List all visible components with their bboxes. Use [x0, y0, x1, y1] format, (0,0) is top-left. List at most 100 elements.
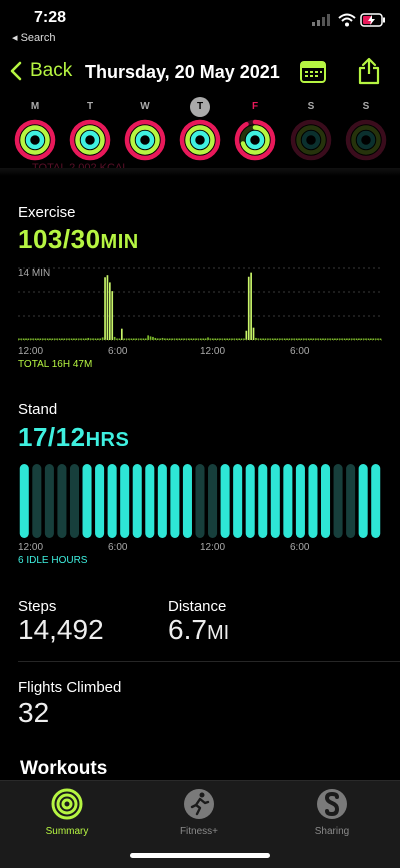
home-indicator: [130, 853, 270, 858]
status-bar: 7:28 ◂ Search: [0, 0, 400, 48]
exercise-bar: [85, 338, 87, 340]
exercise-bar: [247, 276, 250, 340]
day-3[interactable]: T: [177, 96, 223, 161]
stand-x-tick: 12:00: [18, 542, 44, 553]
stand-x-tick: 6:00: [290, 542, 310, 553]
exercise-unit: MIN: [100, 231, 139, 253]
idle-hours: 6 IDLE HOURS: [18, 555, 88, 566]
back-button[interactable]: Back: [10, 60, 72, 82]
stand-bar: [208, 464, 218, 538]
exercise-bar: [370, 338, 372, 340]
stand-x-tick: 12:00: [200, 542, 226, 553]
exercise-x-tick: 12:00: [18, 346, 44, 357]
day-label-wrap: T: [177, 96, 223, 117]
tab-summary[interactable]: Summary: [17, 787, 117, 837]
stand-bar: [82, 464, 92, 538]
exercise-bar: [262, 338, 264, 340]
stand-chart: [19, 464, 381, 538]
stand-title: Stand: [18, 401, 58, 418]
workouts-heading: Workouts: [20, 758, 108, 779]
day-5[interactable]: S: [288, 96, 334, 161]
stand-bar: [195, 464, 205, 538]
navigation-bar: Back Thursday, 20 May 2021: [0, 54, 400, 90]
exercise-bar: [226, 338, 229, 340]
activity-rings-icon: [179, 119, 221, 161]
stand-x-tick: 6:00: [108, 542, 128, 553]
share-icon[interactable]: [357, 57, 381, 85]
exercise-bar: [156, 338, 159, 340]
week-strip: MTWTFSS: [0, 96, 400, 168]
stand-bar: [120, 464, 130, 538]
stand-bar: [358, 464, 368, 538]
steps-label: Steps: [18, 598, 57, 615]
exercise-bar: [180, 338, 183, 340]
day-label: F: [251, 101, 259, 112]
exercise-bar: [274, 338, 276, 340]
chevron-left-icon: [10, 61, 22, 81]
distance-unit: MI: [206, 622, 230, 644]
stand-bar: [333, 464, 343, 538]
exercise-value-number: 103/30: [18, 224, 101, 254]
cellular-signal-icon: [312, 14, 330, 26]
exercise-x-tick: 6:00: [108, 346, 128, 357]
exercise-bar: [111, 291, 114, 340]
stand-value-number: 17/12: [18, 422, 86, 452]
stand-bar: [371, 464, 381, 538]
exercise-bar: [245, 330, 248, 340]
ring-progress: [135, 130, 155, 150]
exercise-bar: [97, 338, 99, 340]
activity-rings-icon: [290, 119, 332, 161]
exercise-title: Exercise: [18, 204, 76, 221]
day-label: S: [362, 101, 370, 112]
day-1[interactable]: T: [67, 96, 113, 161]
stats-divider: [18, 661, 400, 662]
clock: 7:28: [34, 9, 67, 26]
stand-unit: HRS: [85, 429, 130, 451]
day-2[interactable]: W: [122, 96, 168, 161]
day-label-wrap: S: [343, 96, 389, 114]
stand-bar: [295, 464, 305, 538]
page-title: Thursday, 20 May 2021: [85, 62, 280, 82]
exercise-x-tick: 6:00: [290, 346, 310, 357]
exercise-bar: [25, 338, 27, 340]
exercise-bar: [168, 338, 171, 340]
day-label: S: [307, 101, 315, 112]
exercise-bar: [190, 338, 193, 340]
calendar-icon[interactable]: [300, 60, 326, 84]
stand-bar: [132, 464, 142, 538]
day-label-wrap: F: [232, 96, 278, 114]
back-to-search-link[interactable]: ◂ Search: [12, 31, 55, 44]
exercise-bar: [61, 338, 63, 340]
battery-icon: [360, 13, 385, 27]
exercise-bar: [202, 338, 205, 340]
ring-progress: [190, 130, 210, 150]
day-4[interactable]: F: [232, 96, 278, 161]
scroll-fade: [0, 168, 400, 176]
exercise-bar: [298, 338, 300, 340]
distance-value: 6.7MI: [168, 614, 229, 646]
flights-value: 32: [18, 697, 50, 728]
ring-track: [301, 130, 321, 150]
exercise-bar: [130, 338, 133, 340]
day-0[interactable]: M: [12, 96, 58, 161]
stand-bar: [283, 464, 293, 538]
stand-bar: [145, 464, 155, 538]
tab-sharing-label: Sharing: [314, 826, 350, 837]
stand-bar: [182, 464, 192, 538]
tab-sharing[interactable]: Sharing: [282, 787, 382, 837]
stand-bar: [258, 464, 268, 538]
distance-number: 6.7: [168, 614, 207, 645]
stand-bar: [220, 464, 230, 538]
exercise-bar: [104, 277, 106, 340]
tab-fitness-plus[interactable]: Fitness+: [149, 787, 249, 837]
tab-fitness-label: Fitness+: [179, 826, 219, 837]
day-label: M: [30, 101, 40, 112]
exercise-total: TOTAL 16H 47M: [18, 359, 93, 370]
exercise-bar: [346, 338, 348, 340]
activity-rings-icon: [14, 119, 56, 161]
exercise-bar: [204, 338, 207, 340]
exercise-bar: [310, 338, 312, 340]
day-label: T: [190, 97, 210, 117]
flights-label: Flights Climbed: [18, 679, 122, 696]
day-6[interactable]: S: [343, 96, 389, 161]
